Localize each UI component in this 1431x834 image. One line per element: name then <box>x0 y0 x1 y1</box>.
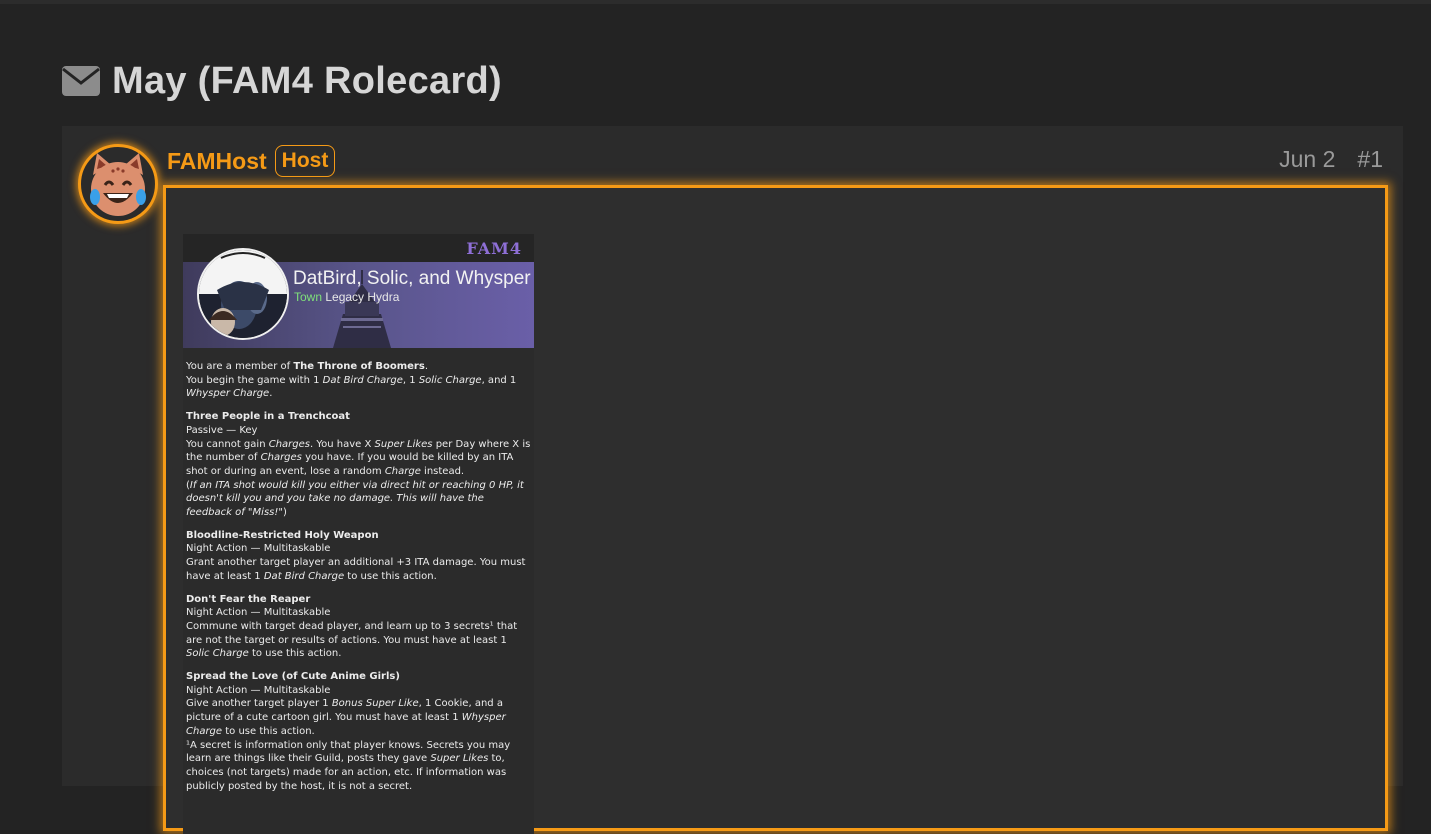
rolecard-header: FAM4 DatBird, Solic, and Whysper Town Le… <box>183 234 534 348</box>
ability-block: Don't Fear the Reaper Night Action — Mul… <box>186 593 531 662</box>
ability-text: You cannot gain <box>186 438 269 450</box>
ability-type: Night Action — Multitaskable <box>186 607 331 619</box>
faction-name: The Throne of Boomers <box>293 361 425 372</box>
ability-name: Spread the Love (of Cute Anime Girls) <box>186 671 400 683</box>
ability-type: Night Action — Multitaskable <box>186 543 331 555</box>
rolecard-name: DatBird, Solic, and Whysper <box>293 268 531 289</box>
ability-term: Bonus Super Like <box>331 698 419 710</box>
ability-term: Charge <box>384 465 421 477</box>
ability-block: Three People in a Trenchcoat Passive — K… <box>186 410 531 520</box>
envelope-icon <box>62 66 100 96</box>
rolecard-role: Legacy Hydra <box>325 290 400 304</box>
ability-text: Give another target player 1 <box>186 698 332 710</box>
charge-term: Dat Bird Charge <box>322 374 403 386</box>
top-strip <box>0 0 1431 4</box>
ability-text: . You have X <box>310 438 375 450</box>
charge-term: Solic Charge <box>418 374 482 386</box>
ability-type: Night Action — Multitaskable <box>186 684 331 696</box>
intro-text: You begin the game with 1 <box>186 374 323 386</box>
ability-note: If an ITA shot would kill you either via… <box>186 479 524 519</box>
laughing-cat-face-icon <box>90 153 146 216</box>
ability-block: Bloodline-Restricted Holy Weapon Night A… <box>186 529 531 584</box>
intro-text: . <box>424 361 428 372</box>
author-name[interactable]: FAMHost <box>167 148 267 175</box>
ability-note: ) <box>282 507 287 519</box>
intro-text: You are a member of <box>186 361 294 372</box>
avatar[interactable] <box>78 144 158 224</box>
ability-text: to use this action. <box>344 570 437 582</box>
ability-name: Don't Fear the Reaper <box>186 593 311 605</box>
ability-type: Passive — Key <box>186 424 258 436</box>
rolecard-brand: FAM4 <box>466 239 522 258</box>
ability-text: Commune with target dead player, and lea… <box>186 620 518 646</box>
rolecard-intro: You are a member of The Throne of Boomer… <box>186 360 531 401</box>
charge-term: Whysper Charge <box>186 388 270 400</box>
page-title: May (FAM4 Rolecard) <box>112 59 503 102</box>
post-author-row: FAMHost Host <box>167 144 336 178</box>
ability-term: Charges <box>268 438 310 450</box>
ability-term: Charges <box>260 452 302 464</box>
ability-text: to use this action. <box>248 648 342 660</box>
ability-name: Three People in a Trenchcoat <box>186 411 350 423</box>
post-meta: Jun 2 #1 <box>1279 146 1383 173</box>
post-number[interactable]: #1 <box>1357 146 1383 173</box>
ability-term: Solic Charge <box>186 648 249 660</box>
intro-text: , 1 <box>402 374 419 386</box>
host-badge[interactable]: Host <box>274 145 336 177</box>
topic-header: May (FAM4 Rolecard) <box>62 56 502 106</box>
rolecard-image[interactable]: FAM4 DatBird, Solic, and Whysper Town Le… <box>183 234 534 834</box>
intro-text: . <box>269 388 273 400</box>
rolecard-subtitle: Town Legacy Hydra <box>294 290 399 304</box>
ability-term: Super Likes <box>374 438 433 450</box>
rolecard-body: You are a member of The Throne of Boomer… <box>183 348 534 793</box>
footnote-term: Super Likes <box>430 753 489 765</box>
ability-term: Dat Bird Charge <box>263 570 345 582</box>
ability-name: Bloodline-Restricted Holy Weapon <box>186 529 379 541</box>
rolecard-alignment: Town <box>294 290 323 304</box>
character-portrait-icon <box>199 250 287 338</box>
ability-text: to use this action. <box>222 725 315 737</box>
post: FAMHost Host Jun 2 #1 FAM4 DatBird, Soli… <box>62 126 1403 834</box>
ability-text: instead. <box>420 465 465 477</box>
post-date[interactable]: Jun 2 <box>1279 146 1335 173</box>
ability-block: Spread the Love (of Cute Anime Girls) Ni… <box>186 670 531 793</box>
post-content: FAM4 DatBird, Solic, and Whysper Town Le… <box>163 185 1388 834</box>
intro-text: , and 1 <box>481 374 517 386</box>
rolecard-portrait <box>197 248 289 340</box>
